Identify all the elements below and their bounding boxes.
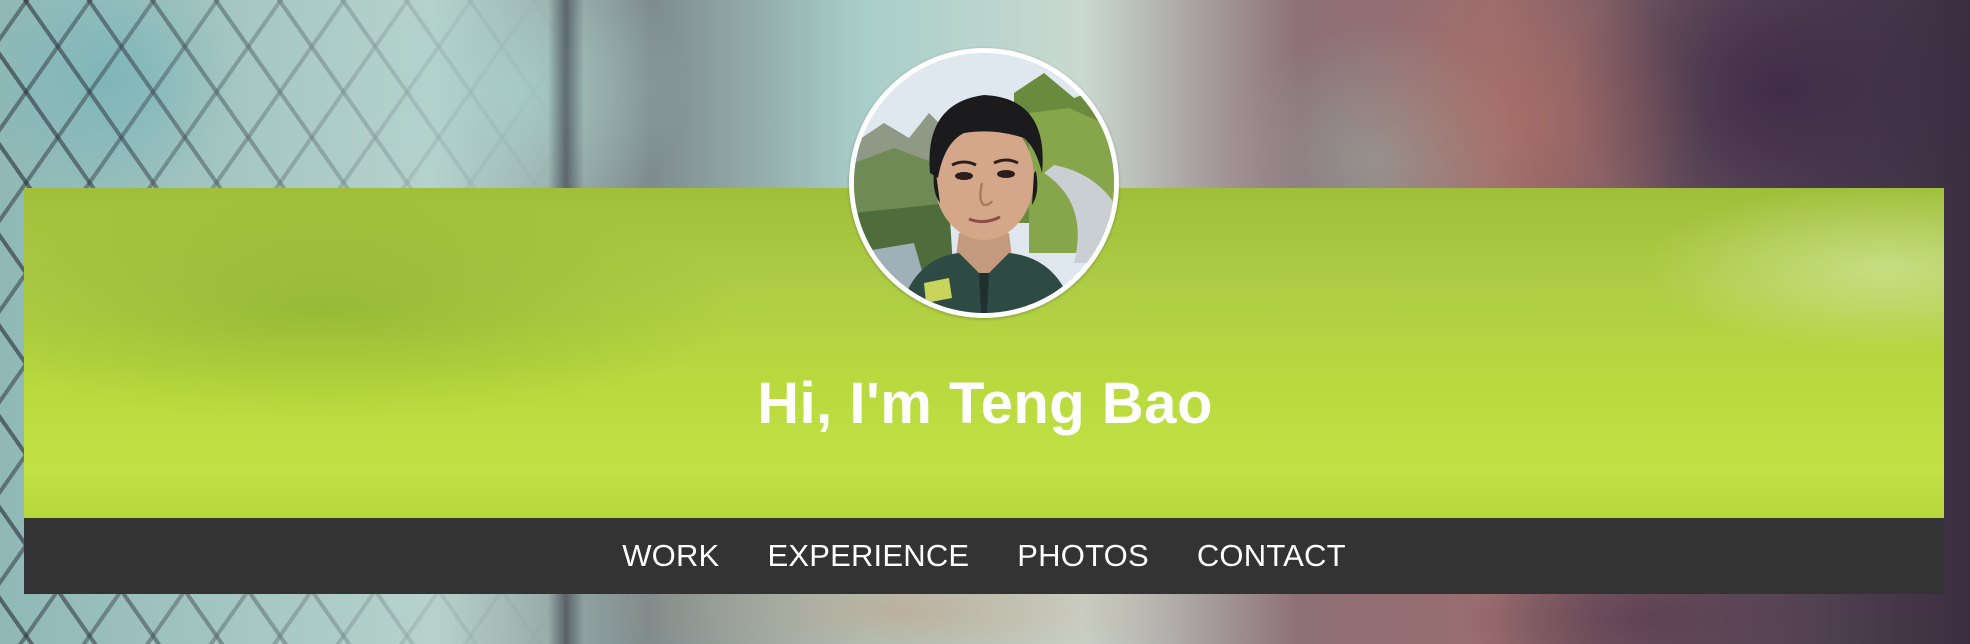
nav-item-contact[interactable]: CONTACT <box>1173 518 1370 594</box>
profile-photo-icon <box>854 53 1114 313</box>
page-title: Hi, I'm Teng Bao <box>757 371 1213 436</box>
nav-item-work[interactable]: WORK <box>598 518 743 594</box>
main-navigation: WORK EXPERIENCE PHOTOS CONTACT <box>24 518 1944 594</box>
page-background: Hi, I'm Teng Bao WORK EXPERIENCE PHOTOS … <box>0 0 1970 644</box>
nav-item-photos[interactable]: PHOTOS <box>993 518 1173 594</box>
profile-avatar <box>849 48 1119 318</box>
nav-item-experience[interactable]: EXPERIENCE <box>743 518 993 594</box>
